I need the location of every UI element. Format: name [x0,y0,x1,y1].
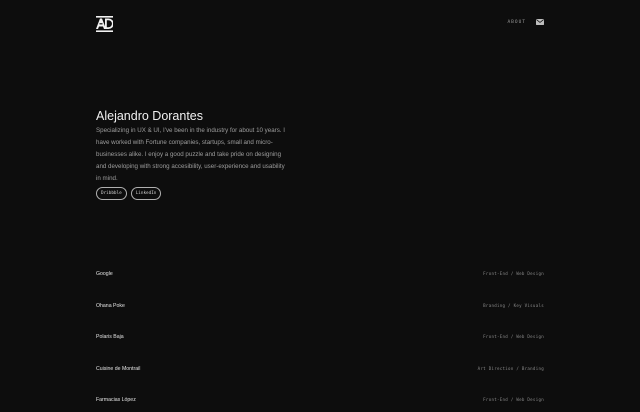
project-tags: Art Direction / Branding [477,365,544,371]
social-links: Dribbble LinkedIn [96,187,286,201]
project-row-farmacias-lopez[interactable]: Farmacias López Front-End / Web Design [96,392,544,412]
dribbble-link[interactable]: Dribbble [96,187,127,201]
project-tags: Front-End / Web Design [483,334,544,339]
project-name: Google [96,271,113,277]
hero-name: Alejandro Dorantes [96,109,204,123]
project-row-cuisine-de-montrail[interactable]: Cuisine de Montrail Art Direction / Bran… [96,361,544,393]
project-list: Google Front-End / Web Design Ohana Poke… [96,266,544,412]
header-nav: ABOUT [507,19,544,25]
project-row-google[interactable]: Google Front-End / Web Design [96,266,544,298]
hero-bio: Specializing in UX & UI, I've been in th… [96,127,285,183]
project-name: Polaris Baja [96,334,124,340]
about-link[interactable]: ABOUT [507,20,526,25]
project-row-polaris-baja[interactable]: Polaris Baja Front-End / Web Design [96,329,544,361]
project-tags: Front-End / Web Design [483,271,544,276]
project-row-ohana-poke[interactable]: Ohana Poke Branding / Key Visuals [96,298,544,330]
ad-logo-icon[interactable] [96,16,113,32]
envelope-icon[interactable] [536,19,544,25]
linkedin-link[interactable]: LinkedIn [130,187,162,201]
project-name: Cuisine de Montrail [96,365,141,372]
project-name: Farmacias López [96,397,136,403]
hero-section: Alejandro Dorantes Specializing in UX & … [96,108,286,201]
project-tags: Branding / Key Visuals [483,302,544,308]
project-name: Ohana Poke [96,302,125,309]
project-tags: Front-End / Web Design [483,397,544,402]
